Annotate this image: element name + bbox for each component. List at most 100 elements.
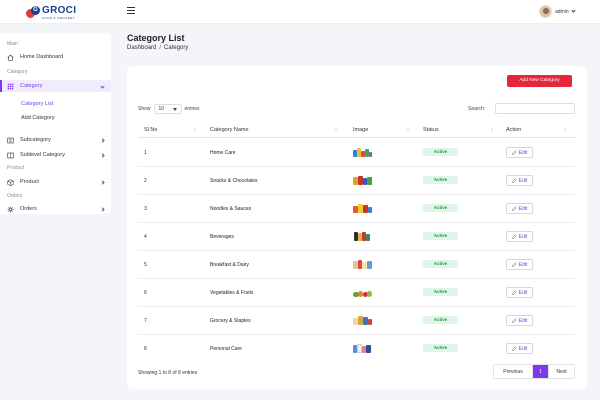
sort-icon[interactable]: ↑↓ (563, 127, 567, 133)
row-number: 6 (144, 290, 147, 296)
sidebar-item-label: Orders (20, 206, 37, 212)
pagination-next-button[interactable]: Next (548, 365, 574, 378)
beverages-image (353, 232, 373, 241)
grid-icon (7, 83, 14, 89)
status-badge: Active (423, 260, 458, 268)
sidebar-section-product: Product (7, 165, 25, 171)
sidebar-item-category[interactable]: Category (0, 80, 111, 92)
chevron-down-icon (100, 83, 105, 89)
sidebar-item-home-dashboard[interactable]: Home Dashboard (0, 51, 111, 63)
sidebar-subitem-category-list[interactable]: Category List (21, 101, 53, 107)
category-table-card: Add New Category Show 10 entries Search:… (127, 66, 587, 389)
noodles-image (353, 204, 373, 213)
row-number: 5 (144, 262, 147, 268)
column-header-status[interactable]: Status (423, 127, 439, 133)
sort-icon[interactable]: ↑↓ (334, 127, 338, 133)
top-bar: G GROCI FOOD & GROCERY admin (0, 0, 600, 24)
list-icon (7, 137, 14, 143)
edit-icon (511, 206, 517, 211)
status-badge: Active (423, 316, 458, 324)
row-number: 4 (144, 234, 147, 240)
avatar (539, 5, 552, 18)
user-menu[interactable]: admin (539, 5, 576, 18)
brand-name: GROCI (42, 4, 77, 16)
add-category-button[interactable]: Add New Category (507, 75, 572, 87)
column-header-image[interactable]: Image (353, 127, 368, 133)
sidebar-item-subcategory[interactable]: Subcategory (0, 134, 111, 146)
chevron-right-icon (100, 206, 105, 212)
edit-button[interactable]: Edit (506, 147, 533, 158)
row-number: 8 (144, 346, 147, 352)
sidebar-item-label: Sublevel Category (20, 152, 65, 158)
edit-button[interactable]: Edit (506, 203, 533, 214)
entries-label: entries (184, 106, 200, 112)
row-number: 3 (144, 206, 147, 212)
category-name: Breakfast & Dairy (210, 262, 249, 268)
sidebar-item-orders[interactable]: Orders (0, 204, 111, 214)
table-info: Showing 1 to 8 of 8 entries (138, 370, 198, 376)
edit-button[interactable]: Edit (506, 259, 533, 270)
search-label: Search: (468, 106, 486, 112)
edit-button[interactable]: Edit (506, 287, 533, 298)
status-badge: Active (423, 176, 458, 184)
home-icon (7, 54, 14, 61)
table-row: 4 Beverages Active Edit (138, 223, 575, 251)
table-row: 6 Vegetables & Fruits Active Edit (138, 279, 575, 307)
column-header-action[interactable]: Action (506, 127, 521, 133)
table-row: 5 Breakfast & Dairy Active Edit (138, 251, 575, 279)
breakfast-image (353, 260, 373, 269)
status-badge: Active (423, 344, 458, 352)
entries-select[interactable]: 10 (153, 104, 182, 114)
user-name: admin (555, 8, 569, 15)
status-badge: Active (423, 148, 458, 156)
table-row: 1 Home Care Active Edit (138, 139, 575, 167)
sidebar-item-product[interactable]: Product (0, 176, 111, 188)
pagination: Previous 1 Next (493, 364, 575, 379)
status-badge: Active (423, 232, 458, 240)
table-header: Sl No ↑↓ Category Name ↑↓ Image ↑↓ Statu… (138, 123, 575, 138)
show-label: Show (138, 106, 151, 112)
grocery-image (353, 316, 373, 325)
breadcrumb: Dashboard / Category (127, 45, 188, 51)
category-name: Personal Care (210, 346, 242, 352)
status-badge: Active (423, 288, 458, 296)
column-header-category-name[interactable]: Category Name (210, 127, 249, 133)
menu-toggle-icon[interactable] (127, 7, 135, 14)
pagination-page-1[interactable]: 1 (533, 365, 548, 378)
breadcrumb-dashboard-link[interactable]: Dashboard (127, 45, 156, 51)
chevron-down-icon (571, 8, 576, 13)
sidebar-item-sublevel-category[interactable]: Sublevel Category (0, 149, 111, 161)
chevron-right-icon (100, 152, 105, 158)
edit-icon (511, 262, 517, 267)
search-input[interactable] (495, 103, 575, 114)
table-row: 7 Grocery & Staples Active Edit (138, 307, 575, 335)
edit-button[interactable]: Edit (506, 343, 533, 354)
snacks-image (353, 176, 373, 185)
table-row: 8 Personal Care Active Edit (138, 335, 575, 363)
sort-icon[interactable]: ↑↓ (193, 127, 197, 133)
edit-button[interactable]: Edit (506, 315, 533, 326)
edit-button[interactable]: Edit (506, 231, 533, 242)
sidebar-section-category: Category (7, 69, 28, 75)
category-name: Noodles & Sauces (210, 206, 252, 212)
box-icon (7, 178, 14, 186)
brand-logo[interactable]: G GROCI FOOD & GROCERY (26, 5, 76, 20)
page-title: Category List (127, 33, 185, 43)
status-badge: Active (423, 204, 458, 212)
logo-mark: G (26, 5, 40, 20)
personal-care-image (353, 344, 373, 353)
breadcrumb-current: Category (164, 45, 189, 51)
pagination-previous-button[interactable]: Previous (494, 365, 533, 378)
sidebar-item-label: Subcategory (20, 137, 51, 143)
category-name: Snacks & Chocolates (210, 178, 258, 184)
row-number: 1 (144, 150, 147, 156)
column-header-sl-no[interactable]: Sl No (144, 127, 157, 133)
chevron-right-icon (100, 179, 105, 185)
table-row: 2 Snacks & Chocolates Active Edit (138, 167, 575, 195)
sort-icon[interactable]: ↑↓ (490, 127, 494, 133)
sort-icon[interactable]: ↑↓ (406, 127, 410, 133)
edit-icon (511, 318, 517, 323)
edit-button[interactable]: Edit (506, 175, 533, 186)
sidebar-subitem-add-category[interactable]: Add Category (21, 115, 55, 121)
edit-icon (511, 234, 517, 239)
